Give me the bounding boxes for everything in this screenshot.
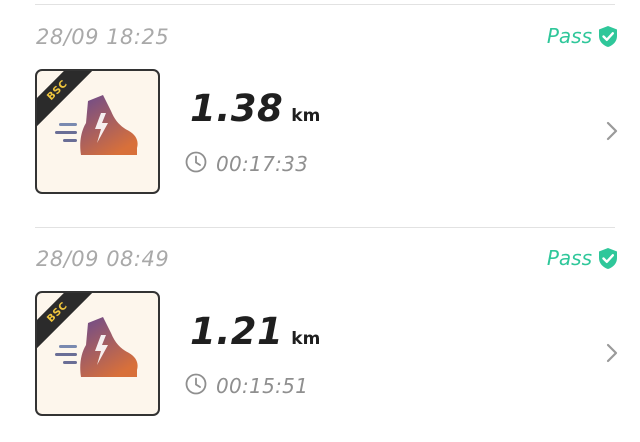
activity-item[interactable]: 28/09 08:49 Pass BSC 1.21 km 00:15:51	[0, 227, 640, 442]
activity-distance: 1.38 km	[190, 87, 320, 130]
activity-duration: 00:15:51	[185, 373, 308, 399]
distance-value: 1.21	[190, 310, 284, 353]
status-badge: Pass	[547, 246, 618, 270]
activity-thumbnail: BSC	[35, 291, 160, 416]
activity-datetime: 28/09 08:49	[36, 247, 170, 271]
activity-item[interactable]: 28/09 18:25 Pass BSC 1.38 km 00:17:33	[0, 5, 640, 228]
duration-text: 00:17:33	[216, 152, 309, 176]
chevron-right-icon[interactable]	[606, 121, 618, 145]
shield-check-icon	[598, 25, 618, 48]
status-text: Pass	[546, 246, 592, 270]
clock-icon	[185, 373, 207, 399]
shield-check-icon	[598, 247, 618, 270]
distance-value: 1.38	[190, 87, 284, 130]
activity-duration: 00:17:33	[185, 151, 308, 177]
distance-unit: km	[291, 106, 321, 126]
chevron-right-icon[interactable]	[606, 343, 618, 367]
duration-text: 00:15:51	[216, 374, 309, 398]
distance-unit: km	[291, 329, 321, 349]
activity-distance: 1.21 km	[190, 310, 320, 353]
clock-icon	[185, 151, 207, 177]
activity-thumbnail: BSC	[35, 69, 160, 194]
activity-datetime: 28/09 18:25	[36, 25, 170, 49]
status-text: Pass	[546, 24, 592, 48]
status-badge: Pass	[547, 24, 618, 48]
